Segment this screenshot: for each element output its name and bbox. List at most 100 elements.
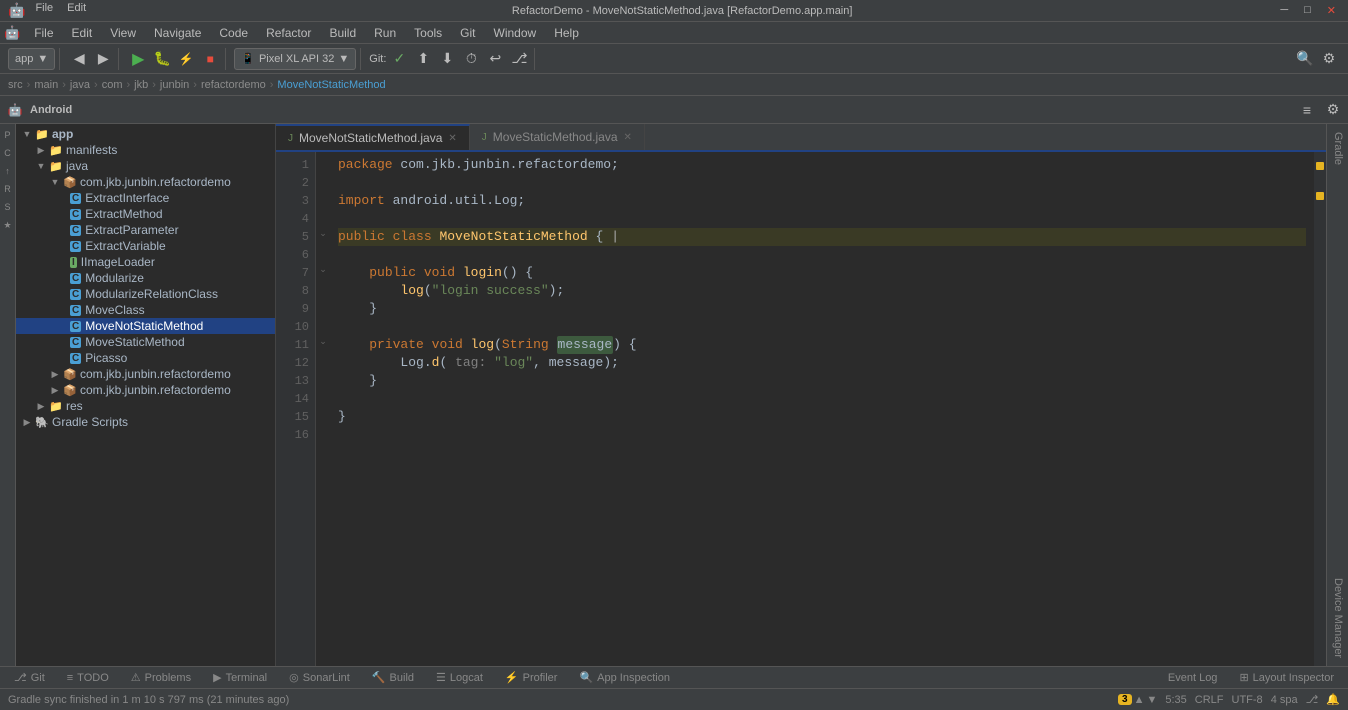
menu-help[interactable]: Help — [546, 24, 587, 42]
fold-class[interactable]: ⌄ — [316, 224, 330, 242]
btab-app-inspection[interactable]: 🔍 App Inspection — [569, 669, 679, 686]
commit-panel-icon[interactable]: C — [1, 146, 15, 160]
device-manager-tab[interactable]: Device Manager — [1327, 570, 1348, 666]
code-editor[interactable]: package com.jkb.junbin.refactordemo; imp… — [330, 152, 1314, 666]
btab-git[interactable]: ⎇ Git — [4, 669, 55, 686]
run-button[interactable]: ▶ — [127, 48, 149, 70]
tree-item-package3[interactable]: ▶ 📦 com.jkb.junbin.refactordemo — [16, 382, 275, 398]
stop-button[interactable]: ■ — [199, 48, 221, 70]
tree-item-res[interactable]: ▶ 📁 res — [16, 398, 275, 414]
btab-build[interactable]: 🔨 Build — [362, 669, 424, 686]
minimize-button[interactable]: ─ — [1276, 4, 1292, 17]
btab-layout-inspector[interactable]: ⊞ Layout Inspector — [1229, 669, 1344, 686]
tree-item-app[interactable]: ▼ 📁 app — [16, 126, 275, 142]
btab-sonarlint[interactable]: ◎ SonarLint — [279, 669, 360, 686]
back-button[interactable]: ◀ — [68, 48, 90, 70]
tree-item-manifests[interactable]: ▶ 📁 manifests — [16, 142, 275, 158]
tree-item-java[interactable]: ▼ 📁 java — [16, 158, 275, 174]
maximize-button[interactable]: □ — [1300, 4, 1315, 17]
tree-item-package-main[interactable]: ▼ 📦 com.jkb.junbin.refactordemo — [16, 174, 275, 190]
project-dropdown[interactable]: app ▼ — [8, 48, 55, 70]
menu-file[interactable]: File — [26, 24, 61, 42]
project-sync-icon[interactable]: 🤖 — [4, 99, 26, 121]
tree-item-extract-method[interactable]: C ExtractMethod — [16, 206, 275, 222]
package-icon: 📦 — [62, 176, 78, 189]
status-encoding[interactable]: UTF-8 — [1232, 694, 1263, 706]
breadcrumb-refactordemo[interactable]: refactordemo — [201, 79, 266, 91]
menu-file[interactable]: File — [31, 2, 57, 19]
menu-build[interactable]: Build — [321, 24, 364, 42]
gradle-panel-tab[interactable]: Gradle — [1327, 124, 1348, 173]
git-history-button[interactable]: ⏱ — [460, 48, 482, 70]
tree-item-picasso[interactable]: C Picasso — [16, 350, 275, 366]
project-gear[interactable]: ⚙ — [1322, 99, 1344, 121]
tree-item-move-class[interactable]: C MoveClass — [16, 302, 275, 318]
menu-edit[interactable]: Edit — [63, 2, 90, 19]
tree-item-extract-interface[interactable]: C ExtractInterface — [16, 190, 275, 206]
menu-navigate[interactable]: Navigate — [146, 24, 209, 42]
breadcrumb-com[interactable]: com — [102, 79, 123, 91]
btab-problems[interactable]: ⚠ Problems — [121, 669, 201, 686]
breadcrumb-src[interactable]: src — [8, 79, 23, 91]
status-position[interactable]: 5:35 — [1165, 694, 1186, 706]
tab-close-move-static[interactable]: ✕ — [624, 132, 632, 143]
device-dropdown[interactable]: 📱 Pixel XL API 32 ▼ — [234, 48, 356, 70]
settings-button[interactable]: ⚙ — [1318, 48, 1340, 70]
fold-log[interactable]: ⌄ — [316, 332, 330, 350]
project-panel: ▼ 📁 app ▶ 📁 manifests ▼ 📁 java ▼ — [16, 124, 276, 666]
git-update-button[interactable]: ✓ — [388, 48, 410, 70]
status-indent[interactable]: 4 spa — [1271, 694, 1298, 706]
project-collapse-all[interactable]: ≡ — [1296, 99, 1318, 121]
breadcrumb-java[interactable]: java — [70, 79, 90, 91]
tree-item-move-static[interactable]: C MoveStaticMethod — [16, 334, 275, 350]
favorites-icon[interactable]: ★ — [1, 218, 15, 232]
status-line-separator[interactable]: CRLF — [1195, 694, 1224, 706]
warning-badge[interactable]: 3 ▲ ▼ — [1118, 694, 1157, 706]
breadcrumb-class[interactable]: MoveNotStaticMethod — [277, 79, 385, 91]
git-push-button[interactable]: ⬆ — [412, 48, 434, 70]
pull-requests-icon[interactable]: ↑ — [1, 164, 15, 178]
tree-item-move-not-static[interactable]: C MoveNotStaticMethod — [16, 318, 275, 334]
close-button[interactable]: ✕ — [1323, 4, 1340, 17]
btab-todo[interactable]: ≡ TODO — [57, 670, 119, 686]
menu-tools[interactable]: Tools — [406, 24, 450, 42]
btab-logcat[interactable]: ☰ Logcat — [426, 669, 493, 686]
search-everywhere-button[interactable]: 🔍 — [1294, 48, 1316, 70]
btab-terminal[interactable]: ▶ Terminal — [203, 669, 277, 686]
git-pull-button[interactable]: ⬇ — [436, 48, 458, 70]
main-toolbar: app ▼ ◀ ▶ ▶ 🐛 ⚡ ■ 📱 Pixel XL API 32 ▼ Gi… — [0, 44, 1348, 74]
tree-item-extract-parameter[interactable]: C ExtractParameter — [16, 222, 275, 238]
tree-item-extract-variable[interactable]: C ExtractVariable — [16, 238, 275, 254]
git-branches-button[interactable]: ⎇ — [508, 48, 530, 70]
breadcrumb-main[interactable]: main — [34, 79, 58, 91]
btab-event-log[interactable]: Event Log — [1158, 670, 1228, 686]
code-line-8: log("login success"); — [338, 282, 1306, 300]
btab-profiler[interactable]: ⚡ Profiler — [495, 669, 568, 686]
profile-button[interactable]: ⚡ — [175, 48, 197, 70]
tab-close-move-not-static[interactable]: ✕ — [448, 133, 456, 144]
tree-item-modularize-relation[interactable]: C ModularizeRelationClass — [16, 286, 275, 302]
forward-button[interactable]: ▶ — [92, 48, 114, 70]
menu-run[interactable]: Run — [366, 24, 404, 42]
fold-login[interactable]: ⌄ — [316, 260, 330, 278]
tree-item-modularize[interactable]: C Modularize — [16, 270, 275, 286]
project-panel-icon[interactable]: P — [1, 128, 15, 142]
breadcrumb-jkb[interactable]: jkb — [134, 79, 148, 91]
tree-item-iimageloader[interactable]: I IImageLoader — [16, 254, 275, 270]
menu-view[interactable]: View — [102, 24, 144, 42]
menu-edit[interactable]: Edit — [64, 24, 101, 42]
tab-move-not-static[interactable]: J MoveNotStaticMethod.java ✕ — [276, 124, 470, 150]
structure-icon[interactable]: S — [1, 200, 15, 214]
menu-window[interactable]: Window — [486, 24, 545, 42]
git-rollback-button[interactable]: ↩ — [484, 48, 506, 70]
tree-item-package2[interactable]: ▶ 📦 com.jkb.junbin.refactordemo — [16, 366, 275, 382]
tree-item-gradle[interactable]: ▶ 🐘 Gradle Scripts — [16, 414, 275, 430]
menu-code[interactable]: Code — [211, 24, 256, 42]
menu-refactor[interactable]: Refactor — [258, 24, 319, 42]
menu-git[interactable]: Git — [452, 24, 483, 42]
breadcrumb-junbin[interactable]: junbin — [160, 79, 189, 91]
debug-button[interactable]: 🐛 — [151, 48, 173, 70]
tab-move-static[interactable]: J MoveStaticMethod.java ✕ — [470, 124, 645, 150]
tree-label-mns: MoveNotStaticMethod — [85, 319, 203, 333]
resource-manager-icon[interactable]: R — [1, 182, 15, 196]
